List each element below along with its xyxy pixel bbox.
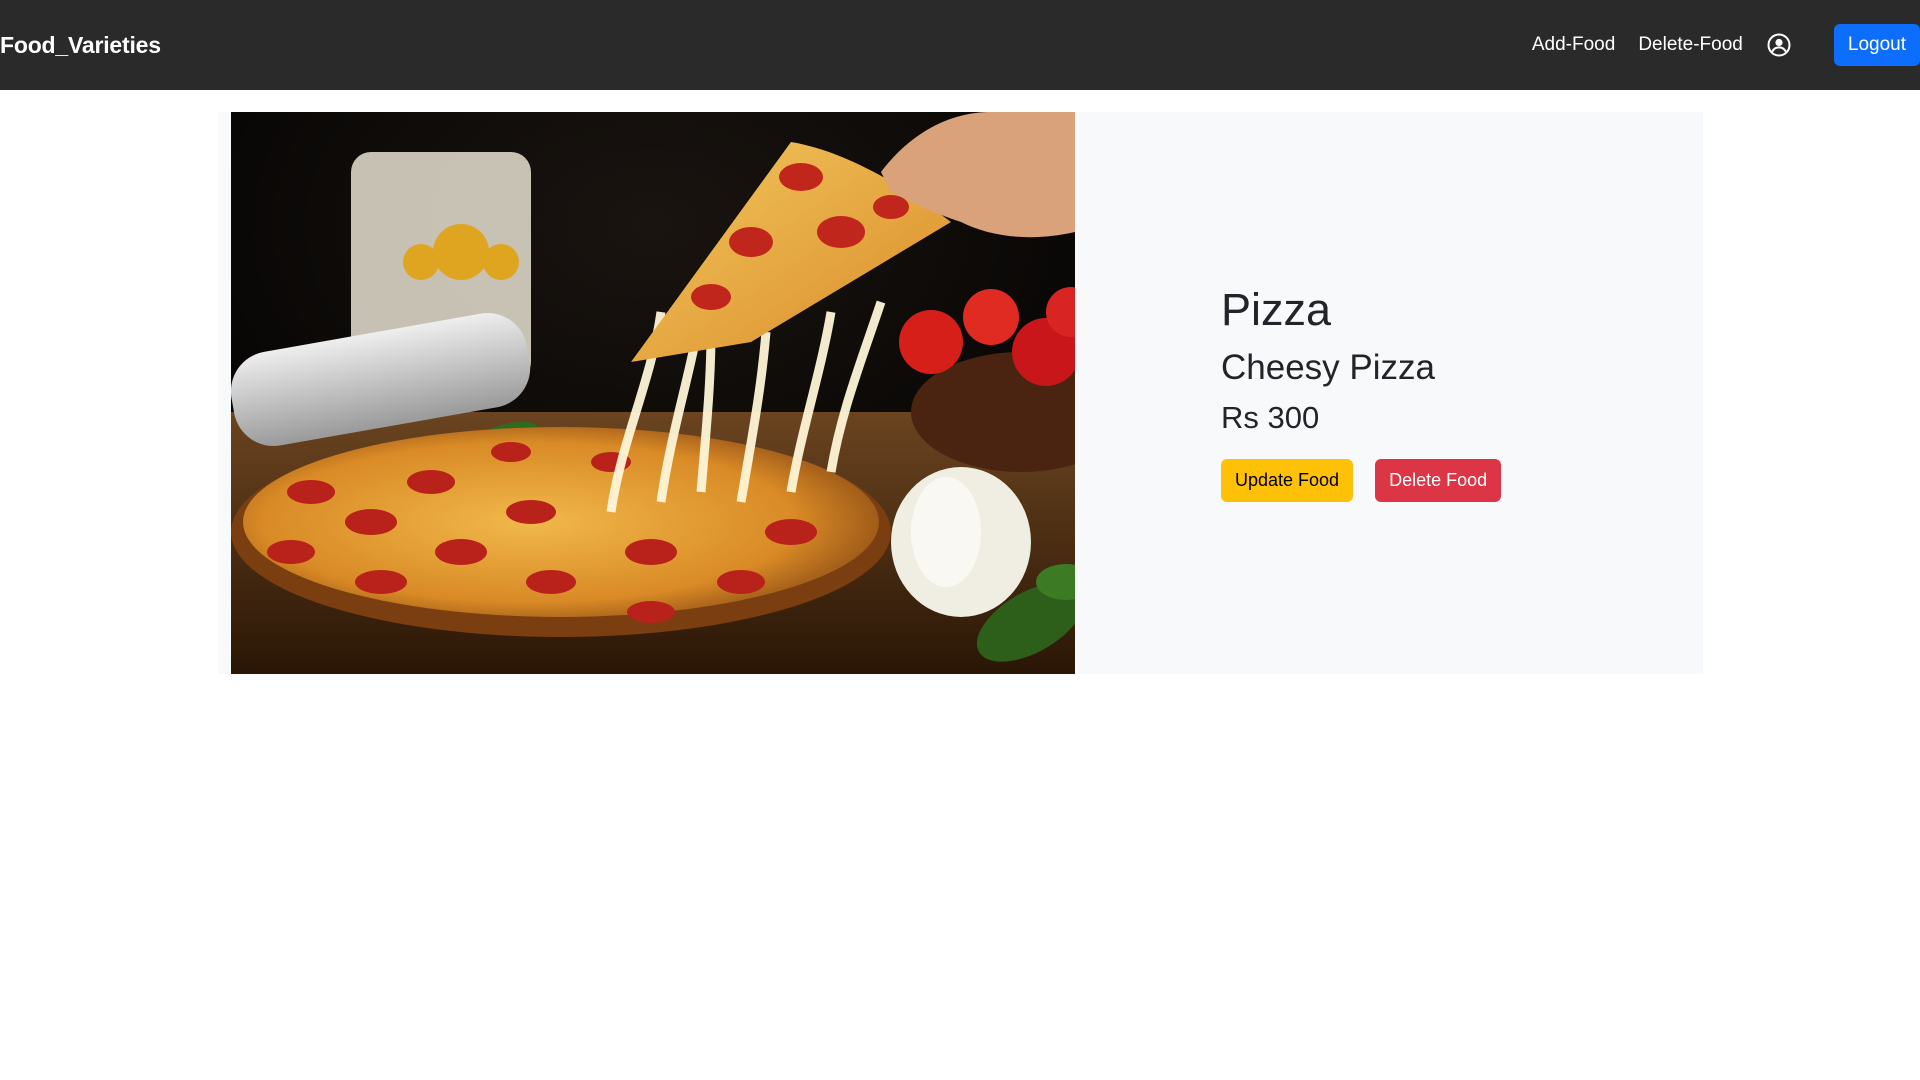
action-buttons: Update Food Delete Food (1221, 459, 1502, 502)
update-food-button[interactable]: Update Food (1221, 459, 1354, 502)
user-circle-icon[interactable] (1766, 32, 1792, 58)
pizza-photo (231, 112, 1075, 674)
nav-add-food-link[interactable]: Add-Food (1532, 34, 1615, 56)
food-info: Pizza Cheesy Pizza Rs 300 Update Food De… (1221, 112, 1681, 674)
nav-delete-food-link[interactable]: Delete-Food (1638, 34, 1743, 56)
delete-food-button[interactable]: Delete Food (1375, 459, 1502, 502)
logout-button[interactable]: Logout (1833, 24, 1920, 66)
nav-right-group: Add-Food Delete-Food Logout (1532, 0, 1920, 90)
food-image (231, 112, 1075, 674)
food-name: Pizza (1221, 284, 1332, 335)
top-navbar: Food_Varieties Add-Food Delete-Food Logo… (0, 0, 1920, 90)
food-card: Pizza Cheesy Pizza Rs 300 Update Food De… (218, 112, 1703, 674)
brand-logo[interactable]: Food_Varieties (0, 32, 161, 59)
food-price: Rs 300 (1221, 400, 1320, 435)
food-description: Cheesy Pizza (1221, 348, 1435, 387)
